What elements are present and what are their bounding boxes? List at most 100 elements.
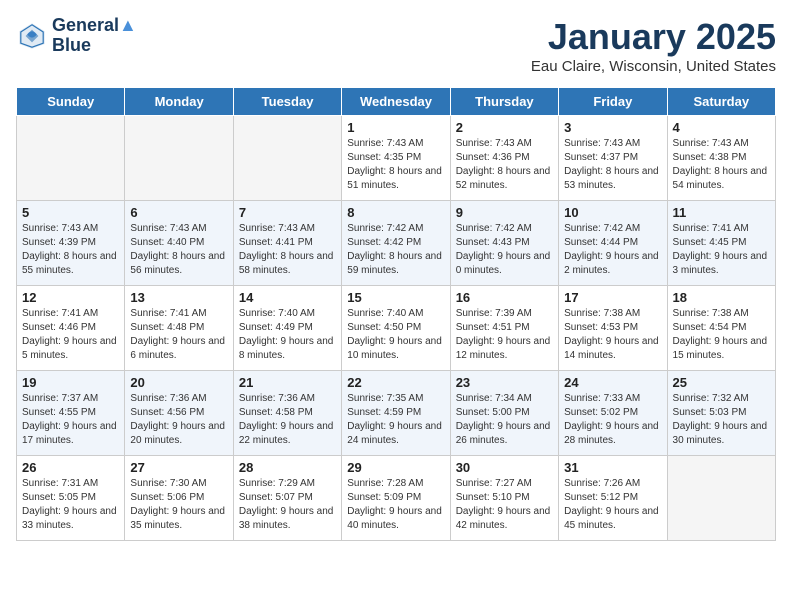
day-number: 20 [130,375,227,390]
calendar-cell: 27 Sunrise: 7:30 AM Sunset: 5:06 PM Dayli… [125,456,233,541]
calendar-table: SundayMondayTuesdayWednesdayThursdayFrid… [16,87,776,541]
day-info: Sunrise: 7:33 AM Sunset: 5:02 PM Dayligh… [564,392,661,448]
calendar-cell: 3 Sunrise: 7:43 AM Sunset: 4:37 PM Daylig… [559,116,667,201]
day-number: 18 [673,290,770,305]
calendar-cell: 29 Sunrise: 7:28 AM Sunset: 5:09 PM Dayli… [342,456,450,541]
location: Eau Claire, Wisconsin, United States [531,58,776,75]
calendar-cell: 12 Sunrise: 7:41 AM Sunset: 4:46 PM Dayli… [17,286,125,371]
day-header-thursday: Thursday [450,88,558,116]
calendar-cell: 21 Sunrise: 7:36 AM Sunset: 4:58 PM Dayli… [233,371,341,456]
day-number: 30 [456,460,553,475]
day-info: Sunrise: 7:41 AM Sunset: 4:46 PM Dayligh… [22,307,119,363]
day-number: 25 [673,375,770,390]
calendar-cell: 22 Sunrise: 7:35 AM Sunset: 4:59 PM Dayli… [342,371,450,456]
day-number: 29 [347,460,444,475]
calendar-cell: 8 Sunrise: 7:42 AM Sunset: 4:42 PM Daylig… [342,201,450,286]
day-info: Sunrise: 7:37 AM Sunset: 4:55 PM Dayligh… [22,392,119,448]
logo-text: General▲ Blue [52,16,137,56]
day-info: Sunrise: 7:29 AM Sunset: 5:07 PM Dayligh… [239,477,336,533]
day-number: 28 [239,460,336,475]
day-info: Sunrise: 7:28 AM Sunset: 5:09 PM Dayligh… [347,477,444,533]
day-number: 10 [564,205,661,220]
day-number: 12 [22,290,119,305]
calendar-cell: 25 Sunrise: 7:32 AM Sunset: 5:03 PM Dayli… [667,371,775,456]
calendar-cell: 9 Sunrise: 7:42 AM Sunset: 4:43 PM Daylig… [450,201,558,286]
day-number: 4 [673,120,770,135]
calendar-cell: 7 Sunrise: 7:43 AM Sunset: 4:41 PM Daylig… [233,201,341,286]
day-number: 9 [456,205,553,220]
day-number: 16 [456,290,553,305]
calendar-cell: 14 Sunrise: 7:40 AM Sunset: 4:49 PM Dayli… [233,286,341,371]
calendar-cell: 13 Sunrise: 7:41 AM Sunset: 4:48 PM Dayli… [125,286,233,371]
calendar-cell [125,116,233,201]
day-info: Sunrise: 7:39 AM Sunset: 4:51 PM Dayligh… [456,307,553,363]
day-info: Sunrise: 7:35 AM Sunset: 4:59 PM Dayligh… [347,392,444,448]
day-number: 2 [456,120,553,135]
day-info: Sunrise: 7:31 AM Sunset: 5:05 PM Dayligh… [22,477,119,533]
day-header-sunday: Sunday [17,88,125,116]
calendar-cell: 28 Sunrise: 7:29 AM Sunset: 5:07 PM Dayli… [233,456,341,541]
day-info: Sunrise: 7:43 AM Sunset: 4:41 PM Dayligh… [239,222,336,278]
day-info: Sunrise: 7:32 AM Sunset: 5:03 PM Dayligh… [673,392,770,448]
calendar-cell: 20 Sunrise: 7:36 AM Sunset: 4:56 PM Dayli… [125,371,233,456]
day-info: Sunrise: 7:26 AM Sunset: 5:12 PM Dayligh… [564,477,661,533]
calendar-cell: 5Sunrise: 7:43 AM Sunset: 4:39 PM Daylig… [17,201,125,286]
day-header-saturday: Saturday [667,88,775,116]
day-number: 26 [22,460,119,475]
logo: General▲ Blue [16,16,137,56]
calendar-cell: 30Sunrise: 7:27 AM Sunset: 5:10 PM Dayli… [450,456,558,541]
calendar-cell: 31 Sunrise: 7:26 AM Sunset: 5:12 PM Dayli… [559,456,667,541]
day-info: Sunrise: 7:36 AM Sunset: 4:56 PM Dayligh… [130,392,227,448]
day-number: 8 [347,205,444,220]
day-info: Sunrise: 7:43 AM Sunset: 4:36 PM Dayligh… [456,137,553,193]
day-info: Sunrise: 7:40 AM Sunset: 4:49 PM Dayligh… [239,307,336,363]
calendar-cell: 2 Sunrise: 7:43 AM Sunset: 4:36 PM Daylig… [450,116,558,201]
day-info: Sunrise: 7:34 AM Sunset: 5:00 PM Dayligh… [456,392,553,448]
calendar-cell: 1 Sunrise: 7:43 AM Sunset: 4:35 PM Daylig… [342,116,450,201]
day-number: 17 [564,290,661,305]
day-number: 3 [564,120,661,135]
calendar-cell: 15Sunrise: 7:40 AM Sunset: 4:50 PM Dayli… [342,286,450,371]
month-title: January 2025 [531,16,776,58]
day-number: 14 [239,290,336,305]
day-number: 22 [347,375,444,390]
day-number: 7 [239,205,336,220]
calendar-cell: 4 Sunrise: 7:43 AM Sunset: 4:38 PM Daylig… [667,116,775,201]
day-number: 6 [130,205,227,220]
page-header: General▲ Blue January 2025 Eau Claire, W… [16,16,776,75]
day-number: 23 [456,375,553,390]
day-info: Sunrise: 7:30 AM Sunset: 5:06 PM Dayligh… [130,477,227,533]
day-header-tuesday: Tuesday [233,88,341,116]
day-info: Sunrise: 7:38 AM Sunset: 4:53 PM Dayligh… [564,307,661,363]
day-number: 21 [239,375,336,390]
day-header-friday: Friday [559,88,667,116]
day-info: Sunrise: 7:42 AM Sunset: 4:43 PM Dayligh… [456,222,553,278]
day-header-wednesday: Wednesday [342,88,450,116]
day-info: Sunrise: 7:41 AM Sunset: 4:45 PM Dayligh… [673,222,770,278]
calendar-cell: 23 Sunrise: 7:34 AM Sunset: 5:00 PM Dayli… [450,371,558,456]
day-number: 19 [22,375,119,390]
day-number: 24 [564,375,661,390]
day-number: 31 [564,460,661,475]
day-info: Sunrise: 7:41 AM Sunset: 4:48 PM Dayligh… [130,307,227,363]
calendar-cell: 24 Sunrise: 7:33 AM Sunset: 5:02 PM Dayli… [559,371,667,456]
calendar-cell: 16 Sunrise: 7:39 AM Sunset: 4:51 PM Dayli… [450,286,558,371]
calendar-cell: 17 Sunrise: 7:38 AM Sunset: 4:53 PM Dayli… [559,286,667,371]
day-number: 1 [347,120,444,135]
day-number: 11 [673,205,770,220]
calendar-cell: 18Sunrise: 7:38 AM Sunset: 4:54 PM Dayli… [667,286,775,371]
day-info: Sunrise: 7:43 AM Sunset: 4:38 PM Dayligh… [673,137,770,193]
day-info: Sunrise: 7:36 AM Sunset: 4:58 PM Dayligh… [239,392,336,448]
day-info: Sunrise: 7:42 AM Sunset: 4:44 PM Dayligh… [564,222,661,278]
day-info: Sunrise: 7:43 AM Sunset: 4:40 PM Dayligh… [130,222,227,278]
calendar-cell [233,116,341,201]
day-info: Sunrise: 7:43 AM Sunset: 4:35 PM Dayligh… [347,137,444,193]
day-number: 5 [22,205,119,220]
logo-icon [16,20,48,52]
day-number: 13 [130,290,227,305]
day-info: Sunrise: 7:42 AM Sunset: 4:42 PM Dayligh… [347,222,444,278]
day-info: Sunrise: 7:43 AM Sunset: 4:37 PM Dayligh… [564,137,661,193]
calendar-cell: 10 Sunrise: 7:42 AM Sunset: 4:44 PM Dayli… [559,201,667,286]
day-number: 27 [130,460,227,475]
calendar-cell: 11 Sunrise: 7:41 AM Sunset: 4:45 PM Dayli… [667,201,775,286]
